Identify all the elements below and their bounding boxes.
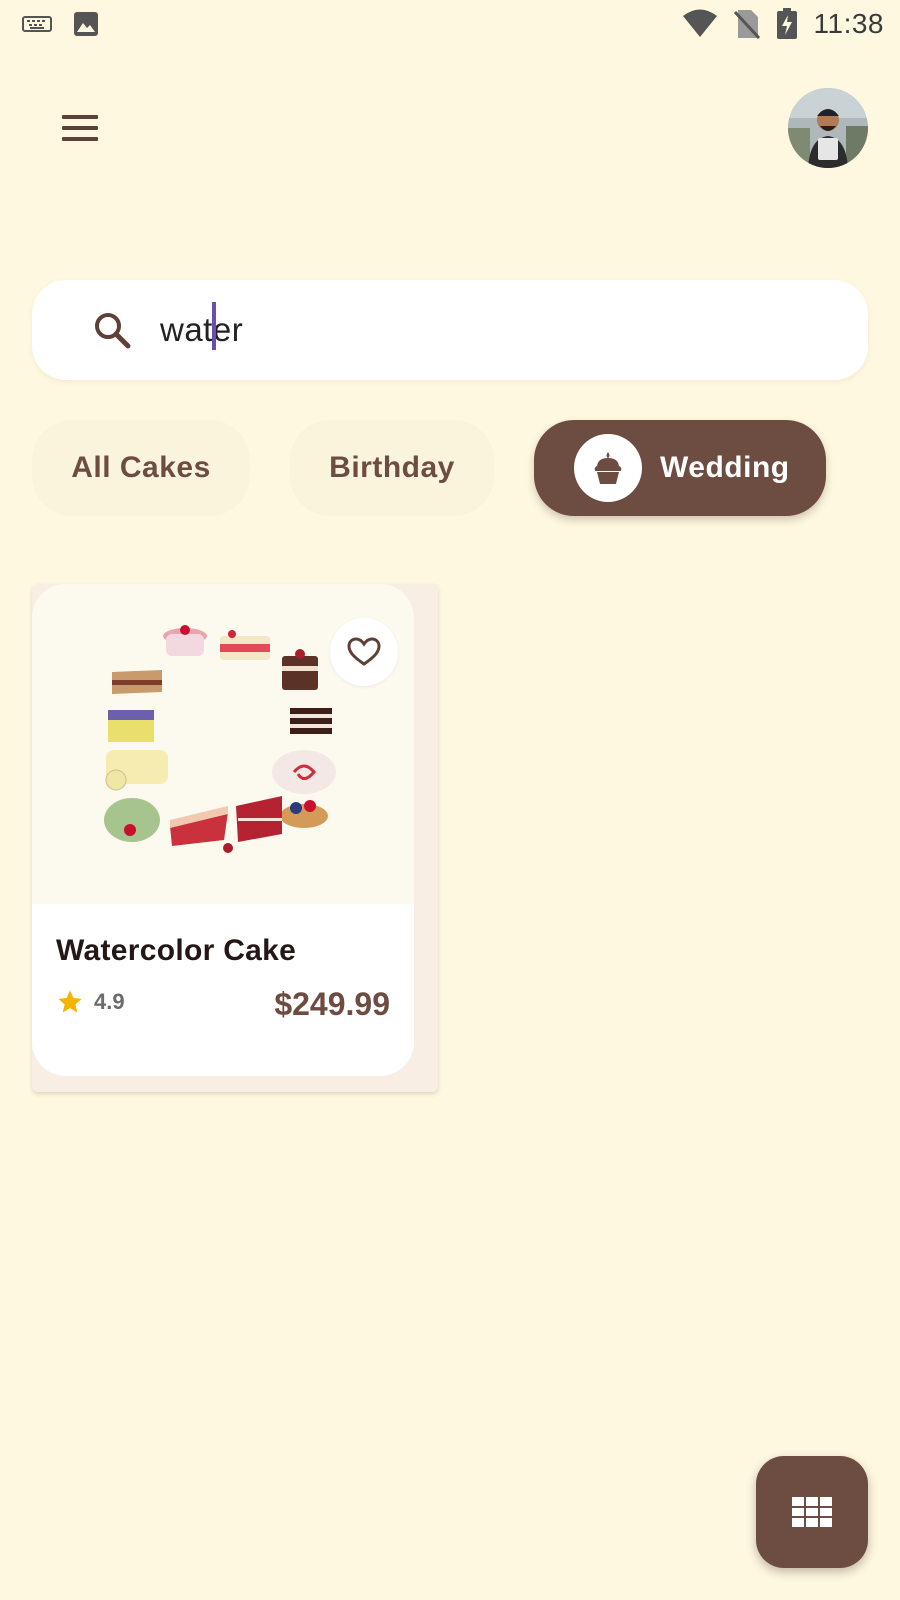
search-bar[interactable]	[32, 280, 868, 380]
product-rating: 4.9	[56, 988, 125, 1016]
status-bar-left	[22, 10, 100, 38]
menu-button[interactable]	[56, 106, 104, 150]
search-icon	[95, 313, 131, 349]
keyboard-icon	[22, 16, 52, 32]
product-image	[32, 584, 414, 904]
cupcake-icon	[594, 452, 622, 484]
rating-value: 4.9	[94, 989, 125, 1014]
chip-all-cakes[interactable]: All Cakes	[32, 420, 250, 516]
text-cursor	[212, 302, 216, 350]
user-avatar[interactable]	[788, 88, 868, 168]
chip-label: Wedding	[660, 451, 790, 484]
wifi-icon	[682, 9, 717, 37]
chip-label: All Cakes	[71, 451, 211, 484]
favorite-button[interactable]	[330, 618, 398, 686]
product-card[interactable]: Watercolor Cake 4.9 $249.99	[32, 584, 414, 1076]
status-bar-right: 11:38	[682, 8, 885, 40]
star-icon	[58, 990, 82, 1013]
wreath-cakes	[104, 625, 336, 853]
product-name: Watercolor Cake	[56, 934, 297, 967]
no-sim-icon	[733, 10, 760, 40]
menu-icon-line	[62, 137, 98, 141]
chip-icon-container	[574, 434, 642, 502]
chip-wedding[interactable]: Wedding	[534, 420, 826, 516]
grid-icon	[792, 1497, 832, 1527]
chip-birthday[interactable]: Birthday	[290, 420, 494, 516]
image-icon	[74, 12, 98, 36]
status-time: 11:38	[813, 8, 884, 39]
avatar-image	[788, 88, 868, 168]
battery-charging-icon	[776, 8, 797, 39]
heart-outline-icon	[347, 637, 381, 666]
menu-icon-line	[62, 126, 98, 130]
search-input[interactable]	[160, 302, 840, 358]
chip-label: Birthday	[329, 451, 455, 484]
product-price: $249.99	[274, 986, 390, 1022]
grid-view-button[interactable]	[756, 1456, 868, 1568]
menu-icon-line	[62, 115, 98, 119]
status-bar: 11:38	[0, 0, 900, 50]
